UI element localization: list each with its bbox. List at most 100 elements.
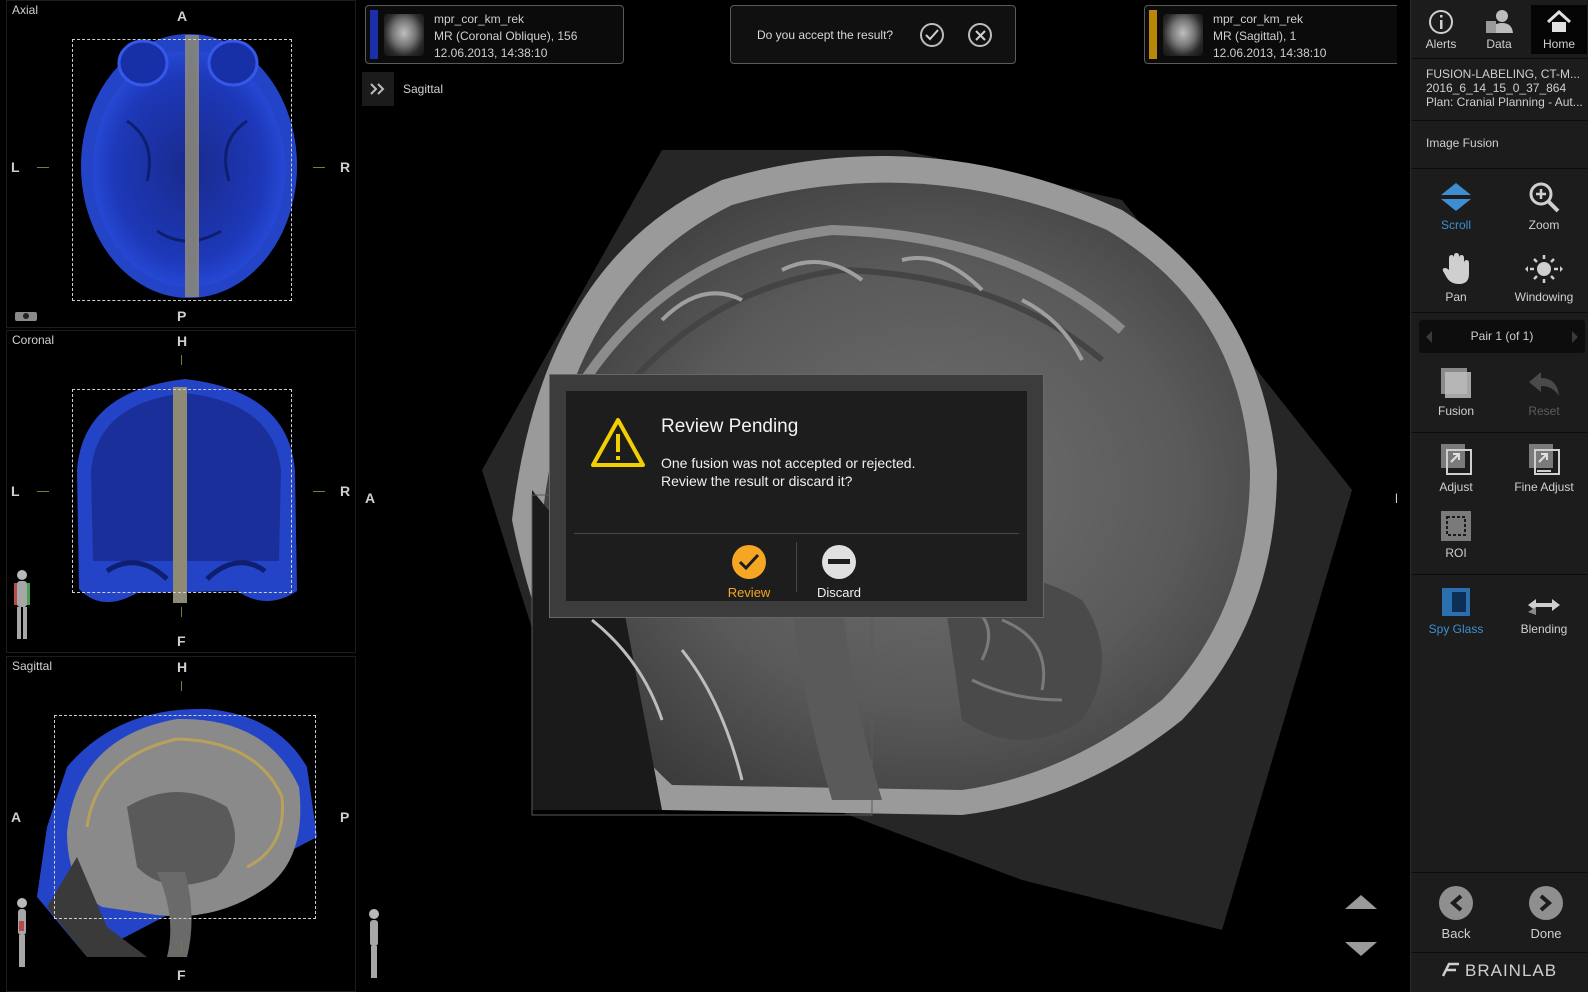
review-label: Review	[727, 585, 771, 600]
pair-selector[interactable]: Pair 1 (of 1)	[1419, 320, 1585, 353]
spy-glass-icon	[1442, 588, 1470, 616]
expand-views-button[interactable]	[362, 72, 394, 106]
dialog-message: One fusion was not accepted or rejected.…	[661, 454, 915, 490]
study-left-date: 12.06.2013, 14:38:10	[434, 46, 548, 60]
study-right-series: MR (Sagittal), 1	[1213, 29, 1297, 43]
data-button[interactable]: Data	[1471, 5, 1527, 54]
coronal-orient-right: R	[340, 483, 351, 499]
coronal-view[interactable]: Coronal H F L R	[6, 330, 356, 653]
dialog-message-line2: Review the result or discard it?	[661, 473, 853, 489]
fusion-icon	[1441, 368, 1471, 398]
brainlab-logo-icon	[1441, 962, 1459, 977]
discard-button[interactable]: Discard	[799, 545, 879, 600]
undo-icon	[1529, 372, 1559, 396]
close-icon	[974, 29, 986, 41]
study-left-series: MR (Coronal Oblique), 156	[434, 29, 578, 43]
scroll-tool-button[interactable]: Scroll	[1414, 176, 1498, 240]
brightness-icon	[1525, 255, 1563, 283]
main-orient-left: A	[365, 490, 376, 506]
blending-arrows-icon	[1528, 599, 1560, 615]
roi-tool-button[interactable]: ROI	[1414, 504, 1498, 568]
axial-orient-left: L	[11, 159, 20, 175]
body-orientation-icon	[14, 570, 30, 639]
zoom-icon	[1529, 182, 1560, 213]
patient-info-line3: Plan: Cranial Planning - Aut...	[1426, 95, 1583, 109]
coronal-orient-bottom: F	[177, 633, 186, 649]
dialog-body: Review Pending One fusion was not accept…	[566, 391, 1027, 601]
adjust-icon	[1441, 444, 1472, 475]
body-orientation-icon	[369, 909, 379, 978]
coronal-roi-box[interactable]	[72, 389, 292, 593]
done-label: Done	[1530, 926, 1562, 941]
chevron-right-icon[interactable]	[1571, 330, 1579, 344]
accept-check-button[interactable]	[920, 23, 944, 47]
review-pending-dialog: Review Pending One fusion was not accept…	[549, 374, 1044, 618]
study-card-right[interactable]: mpr_cor_km_rek MR (Sagittal), 1 12.06.20…	[1144, 5, 1397, 64]
accept-question: Do you accept the result?	[757, 28, 894, 42]
study-right-date: 12.06.2013, 14:38:10	[1213, 46, 1327, 60]
sagittal-small-view[interactable]: Sagittal H F A P	[6, 656, 356, 992]
study-color-bar-left	[370, 10, 378, 59]
reject-x-button[interactable]	[968, 23, 992, 47]
alerts-label: Alerts	[1425, 37, 1457, 51]
fusion-tool-button[interactable]: Fusion	[1414, 362, 1498, 426]
info-icon	[1429, 10, 1453, 34]
adjust-tool-button[interactable]: Adjust	[1414, 438, 1498, 502]
minus-icon	[828, 559, 850, 564]
brainlab-logo: BRAINLAB	[1441, 961, 1557, 981]
accept-result-box: Do you accept the result?	[730, 5, 1016, 64]
back-label: Back	[1441, 926, 1471, 941]
axial-orient-bottom: P	[177, 308, 187, 324]
chevron-right-icon	[1539, 894, 1553, 912]
fine-adjust-icon	[1529, 444, 1560, 475]
spy-glass-label: Spy Glass	[1428, 622, 1484, 636]
scroll-up-arrow-icon[interactable]	[1344, 893, 1378, 911]
study-thumbnail-left	[384, 14, 424, 56]
check-icon	[925, 29, 939, 41]
home-label: Home	[1542, 37, 1575, 51]
right-tool-panel: Alerts Data Home FUSION-LABELING, CT-M..…	[1410, 0, 1588, 992]
scroll-label: Scroll	[1440, 218, 1471, 232]
axial-view[interactable]: Axial A P L R	[6, 0, 356, 328]
axial-orient-top: A	[177, 8, 188, 24]
study-thumbnail-right	[1163, 14, 1203, 56]
reset-tool-button[interactable]: Reset	[1502, 362, 1586, 426]
alerts-button[interactable]: Alerts	[1413, 5, 1469, 54]
body-orientation-icon	[17, 898, 27, 967]
coronal-orient-top: H	[177, 333, 188, 349]
dialog-title: Review Pending	[661, 416, 799, 437]
check-icon	[738, 553, 760, 571]
pan-tool-button[interactable]: Pan	[1414, 248, 1498, 312]
sagittal-roi-box[interactable]	[54, 715, 316, 919]
study-right-name: mpr_cor_km_rek	[1213, 12, 1304, 26]
chevron-left-icon	[1449, 894, 1463, 912]
sagittal-small-orient-bottom: F	[177, 967, 186, 983]
sagittal-small-orient-left: A	[11, 809, 22, 825]
pan-label: Pan	[1445, 290, 1467, 304]
home-icon	[1546, 9, 1572, 32]
spy-glass-tool-button[interactable]: Spy Glass	[1414, 580, 1498, 644]
double-chevron-right-icon	[370, 83, 385, 95]
scroll-down-arrow-icon[interactable]	[1344, 940, 1378, 958]
brand-text: BRAINLAB	[1465, 961, 1558, 980]
windowing-label: Windowing	[1514, 290, 1574, 304]
scroll-icon	[1441, 183, 1471, 211]
coronal-orient-left: L	[11, 483, 20, 499]
axial-orient-right: R	[340, 159, 351, 175]
axial-roi-box[interactable]	[72, 39, 292, 301]
fine-adjust-tool-button[interactable]: Fine Adjust	[1502, 438, 1586, 502]
home-button[interactable]: Home	[1531, 5, 1587, 54]
study-card-left[interactable]: mpr_cor_km_rek MR (Coronal Oblique), 156…	[365, 5, 624, 64]
zoom-tool-button[interactable]: Zoom	[1502, 176, 1586, 240]
sagittal-small-orient-top: H	[177, 659, 188, 675]
warning-icon	[591, 418, 645, 467]
pair-label: Pair 1 (of 1)	[1470, 329, 1534, 343]
blending-tool-button[interactable]: Blending	[1502, 580, 1586, 644]
done-button[interactable]: Done	[1504, 886, 1588, 952]
windowing-tool-button[interactable]: Windowing	[1502, 248, 1586, 312]
camera-icon[interactable]	[13, 309, 39, 323]
roi-icon	[1441, 511, 1471, 541]
back-button[interactable]: Back	[1414, 886, 1498, 952]
review-button[interactable]: Review	[709, 545, 789, 600]
roi-label: ROI	[1445, 546, 1467, 560]
